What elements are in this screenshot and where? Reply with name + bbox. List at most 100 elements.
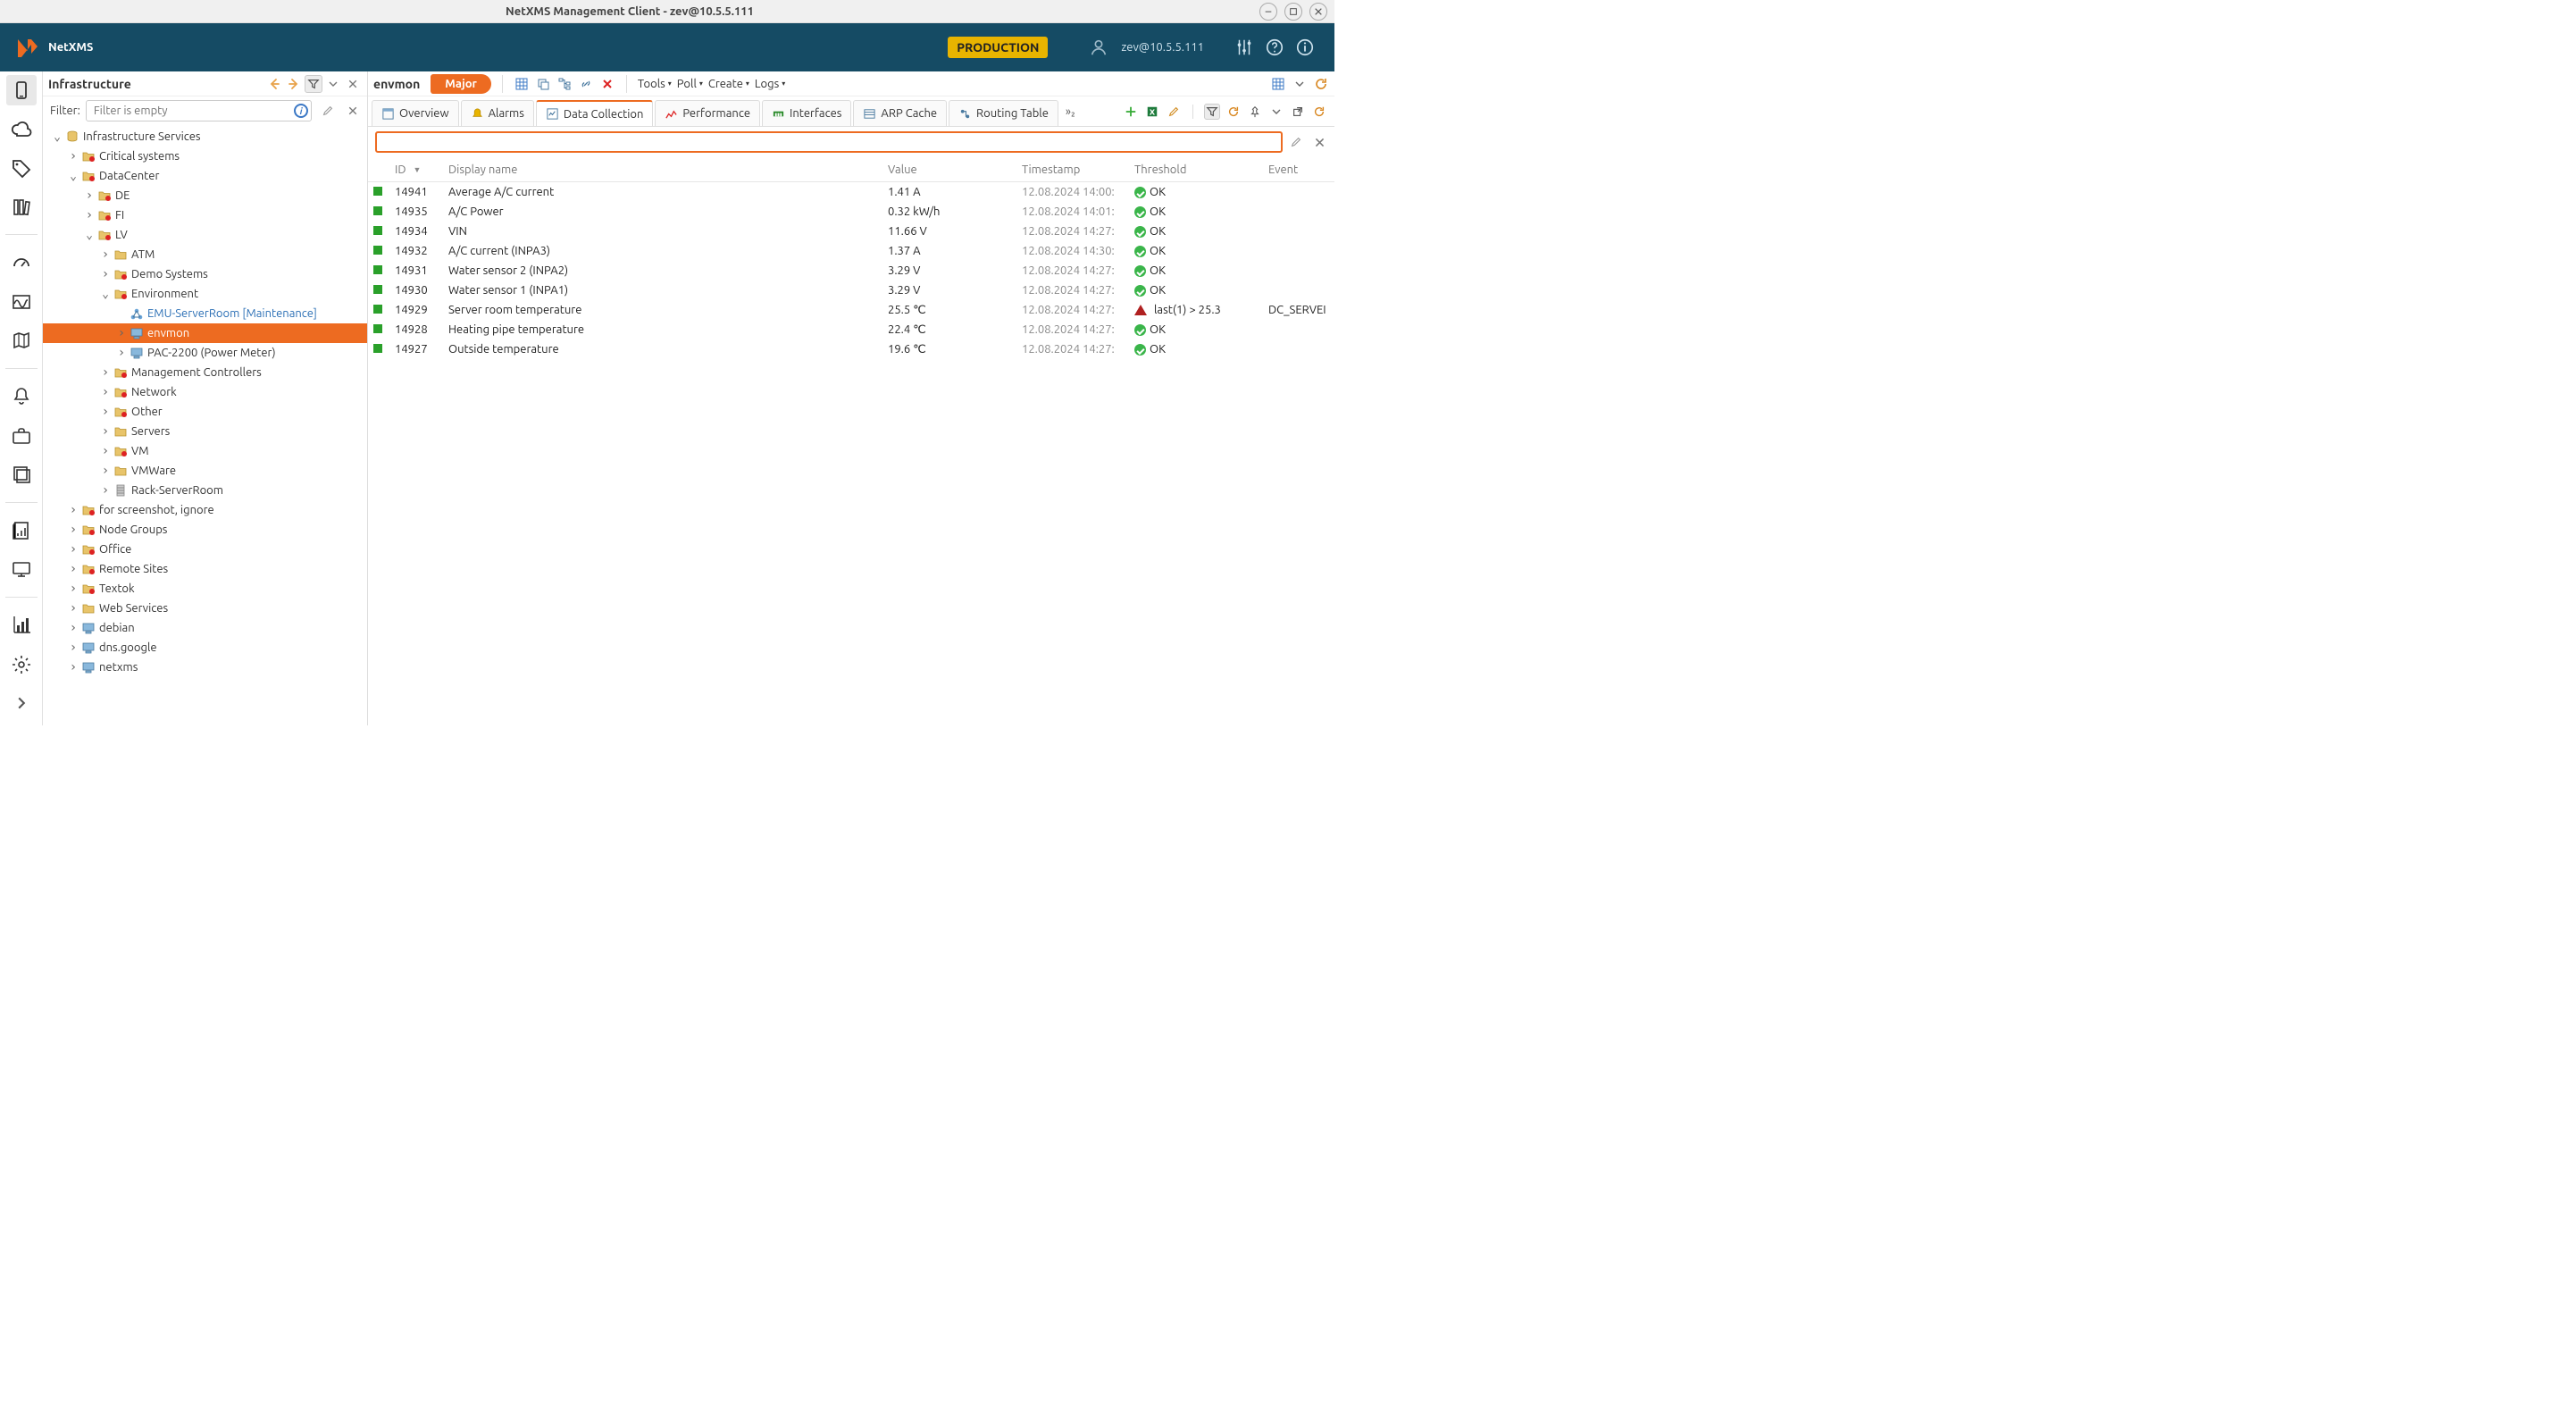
tree-item[interactable]: ›envmon [43,323,367,343]
tree-item[interactable]: ›DE [43,186,367,205]
tree-item[interactable]: ›VMWare [43,461,367,481]
rail-reports[interactable] [6,515,37,546]
tree-item[interactable]: ⌄Environment [43,284,367,304]
tree-item[interactable]: ›Management Controllers [43,363,367,382]
panel-close-icon[interactable] [344,75,362,93]
filter-toggle-icon[interactable] [305,75,322,93]
rail-maps[interactable] [6,326,37,356]
table-row[interactable]: 14929Server room temperature25.5 ℃12.08.… [368,300,1334,320]
expand-icon[interactable]: › [66,641,80,655]
table-row[interactable]: 14932A/C current (INPA3)1.37 A12.08.2024… [368,241,1334,261]
tree-item[interactable]: ›Office [43,540,367,559]
user-display[interactable]: zev@10.5.5.111 [1083,38,1204,57]
tree-item[interactable]: ›FI [43,205,367,225]
collapse-icon[interactable]: ⌄ [50,130,64,144]
tree-item[interactable]: ›Servers [43,422,367,441]
dci-search-edit-icon[interactable] [1288,134,1304,150]
window-close-button[interactable] [1309,3,1327,21]
table-row[interactable]: 14927Outside temperature19.6 ℃12.08.2024… [368,339,1334,359]
tool-tree-icon[interactable] [556,76,573,92]
nav-back-icon[interactable] [265,75,283,93]
expand-icon[interactable]: › [66,601,80,616]
tree-item[interactable]: ›Node Groups [43,520,367,540]
tool-delete-icon[interactable] [599,76,615,92]
expand-icon[interactable]: › [98,424,113,439]
rail-business[interactable] [6,421,37,451]
tree-item[interactable]: ›for screenshot, ignore [43,500,367,520]
filter-info-icon[interactable]: i [294,104,308,118]
col-event[interactable]: Event [1263,163,1334,176]
dci-refresh2-icon[interactable] [1311,104,1327,120]
about-icon[interactable] [1295,38,1315,57]
col-threshold[interactable]: Threshold [1129,163,1263,176]
expand-icon[interactable]: › [82,188,96,203]
expand-icon[interactable]: › [66,542,80,557]
dci-search-clear-icon[interactable] [1311,134,1327,150]
expand-icon[interactable]: › [98,464,113,478]
tool-grid-icon[interactable] [514,76,530,92]
rail-tools[interactable] [6,610,37,641]
rail-assets[interactable] [6,153,37,183]
tree-item[interactable]: ›debian [43,618,367,638]
rail-expand[interactable] [6,688,37,718]
tabs-overflow[interactable]: »₂ [1060,96,1081,126]
rail-monitor[interactable] [6,555,37,585]
nav-forward-icon[interactable] [285,75,303,93]
tab-data-collection[interactable]: Data Collection [536,100,654,126]
window-minimize-button[interactable] [1259,3,1277,21]
tab-interfaces[interactable]: Interfaces [762,100,851,126]
rail-infrastructure[interactable] [6,75,37,105]
header-refresh-icon[interactable] [1313,76,1329,92]
expand-icon[interactable]: › [98,365,113,380]
caret-down-icon[interactable] [324,75,342,93]
tab-routing-table[interactable]: Routing Table [949,100,1058,126]
tab-overview[interactable]: Overview [372,100,459,126]
expand-icon[interactable]: › [98,444,113,458]
expand-icon[interactable]: › [98,483,113,498]
tree-item[interactable]: ›dns.google [43,638,367,657]
expand-icon[interactable]: › [82,208,96,222]
rail-network[interactable] [6,114,37,145]
tree-item[interactable]: ›Other [43,402,367,422]
expand-icon[interactable]: › [66,562,80,576]
settings-icon[interactable] [1234,38,1254,57]
tree-item[interactable]: ›Critical systems [43,147,367,166]
table-row[interactable]: 14941Average A/C current1.41 A12.08.2024… [368,182,1334,202]
rail-dashboards[interactable] [6,247,37,278]
dci-pin-icon[interactable] [1247,104,1263,120]
expand-icon[interactable]: › [66,660,80,674]
tool-copy-icon[interactable] [535,76,551,92]
tree-item[interactable]: ›Web Services [43,599,367,618]
tree-item[interactable]: ›Demo Systems [43,264,367,284]
tree-item[interactable]: ›VM [43,441,367,461]
dci-refresh-icon[interactable] [1225,104,1242,120]
tab-alarms[interactable]: Alarms [461,100,534,126]
tab-arp-cache[interactable]: ARP Cache [853,100,947,126]
rail-pinned[interactable] [6,459,37,490]
tree-item[interactable]: ›Rack-ServerRoom [43,481,367,500]
tree-item[interactable]: ›PAC-2200 (Power Meter) [43,343,367,363]
col-id[interactable]: ID▼ [389,163,443,176]
table-row[interactable]: 14930Water sensor 1 (INPA1)3.29 V12.08.2… [368,281,1334,300]
tree-item[interactable]: ›netxms [43,657,367,677]
expand-icon[interactable]: › [114,326,129,340]
table-row[interactable]: 14935A/C Power0.32 kW/h12.08.2024 14:01:… [368,202,1334,222]
expand-icon[interactable]: › [98,385,113,399]
collapse-icon[interactable]: ⌄ [66,170,80,183]
menu-poll[interactable]: Poll▾ [677,78,703,90]
dci-filter-toggle-icon[interactable] [1204,104,1220,120]
menu-tools[interactable]: Tools▾ [638,78,672,90]
rail-graphs[interactable] [6,287,37,317]
table-row[interactable]: 14928Heating pipe temperature22.4 ℃12.08… [368,320,1334,339]
expand-icon[interactable]: › [66,582,80,596]
tree-item[interactable]: ⌄DataCenter [43,166,367,186]
tab-performance[interactable]: Performance [655,100,760,126]
dci-edit-icon[interactable] [1166,104,1182,120]
collapse-icon[interactable]: ⌄ [98,288,113,301]
tree-item[interactable]: ›ATM [43,245,367,264]
tree-item[interactable]: ›Network [43,382,367,402]
window-maximize-button[interactable] [1284,3,1302,21]
expand-icon[interactable]: › [66,503,80,517]
header-caret-icon[interactable] [1292,76,1308,92]
filter-input[interactable] [86,100,312,121]
